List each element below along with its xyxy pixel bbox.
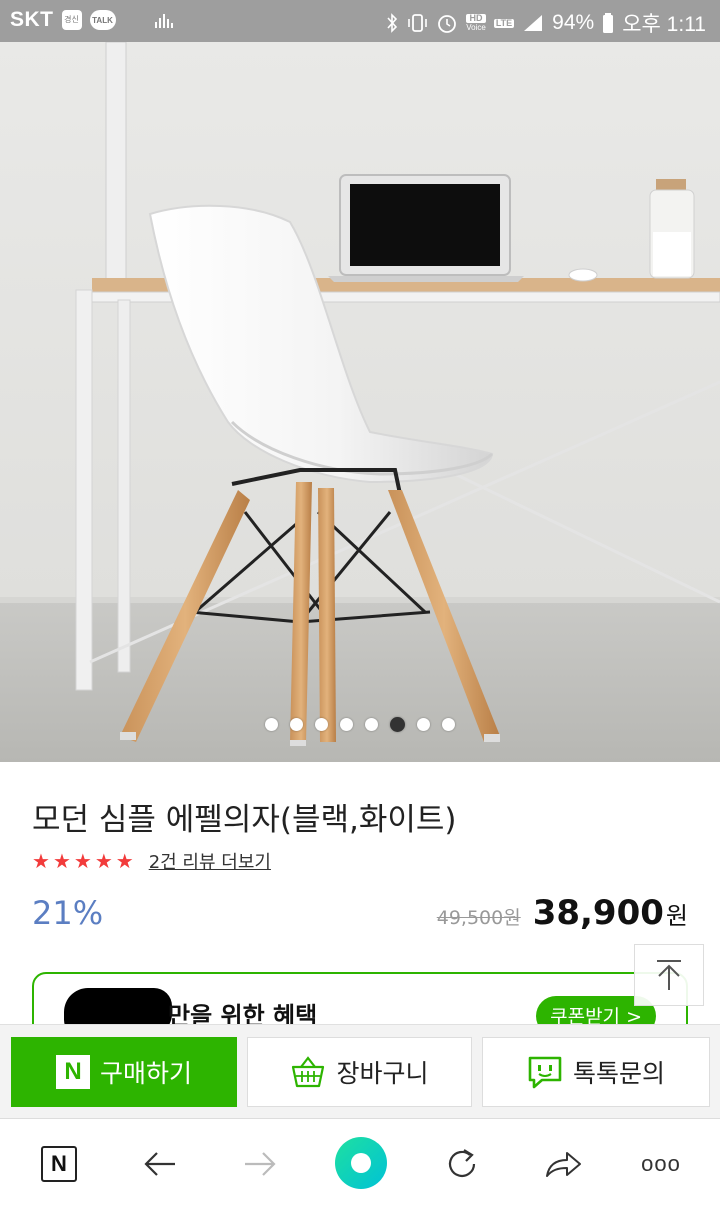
star-icon: ★ <box>32 848 50 873</box>
basket-icon <box>292 1056 325 1088</box>
back-button[interactable] <box>135 1139 185 1189</box>
gallery-dot[interactable] <box>417 718 430 731</box>
notification-badge-icon: 경신 <box>61 10 82 30</box>
arrow-up-icon <box>657 960 681 990</box>
product-title: 모던 심플 에펠의자(블랙,화이트) <box>32 802 457 838</box>
battery-percent: 94% <box>552 11 595 34</box>
review-link[interactable]: 2건 리뷰 더보기 <box>149 848 271 874</box>
bluetooth-icon <box>387 13 398 33</box>
currency-label: 원 <box>665 902 688 930</box>
lte-icon: LTE <box>493 17 515 28</box>
more-button[interactable]: ooo <box>636 1139 686 1189</box>
share-button[interactable] <box>538 1139 588 1189</box>
star-icon: ★ <box>73 848 92 873</box>
discount-rate: 21% <box>32 894 104 932</box>
status-bar: SKT 경신 TALK HD Voice LTE 94% 오후 1:11 <box>0 0 720 42</box>
share-icon <box>546 1152 581 1177</box>
refresh-icon <box>448 1149 476 1177</box>
hd-voice-icon: HD Voice <box>466 13 486 32</box>
gallery-dot[interactable] <box>265 718 278 731</box>
talktalk-chat-icon <box>528 1056 562 1089</box>
gallery-dot[interactable] <box>390 717 405 732</box>
star-icon: ★ <box>115 848 134 873</box>
cart-button-label: 장바구니 <box>336 1059 429 1088</box>
sale-price: 38,900 <box>532 893 664 933</box>
arrow-left-icon <box>144 1152 175 1176</box>
signal-icon <box>524 15 543 31</box>
rating-row: ★ ★ ★ ★ ★ 2건 리뷰 더보기 <box>32 848 271 874</box>
clock: 오후 1:11 <box>622 13 706 36</box>
gallery-dot[interactable] <box>340 718 353 731</box>
product-image-gallery[interactable] <box>0 42 720 762</box>
more-dots-icon: ooo <box>641 1151 681 1176</box>
scroll-to-top-button[interactable] <box>634 944 704 1006</box>
green-dot-icon <box>335 1137 387 1189</box>
original-price: 49,500원 <box>436 907 521 929</box>
buy-button[interactable]: N 구매하기 <box>11 1037 237 1107</box>
refresh-button[interactable] <box>437 1139 487 1189</box>
gallery-pagination[interactable] <box>0 717 720 732</box>
naver-logo-icon: N <box>41 1146 77 1182</box>
star-icon: ★ <box>52 848 71 873</box>
naver-home-button[interactable]: N <box>34 1139 84 1189</box>
star-rating: ★ ★ ★ ★ ★ <box>32 851 137 872</box>
battery-icon <box>603 13 614 33</box>
purchase-action-bar: N 구매하기 장바구니 톡톡문의 <box>0 1024 720 1119</box>
green-dot-button[interactable] <box>333 1135 389 1191</box>
gallery-dot[interactable] <box>290 718 303 731</box>
talktalk-button[interactable]: 톡톡문의 <box>482 1037 710 1107</box>
arrow-right-icon <box>245 1152 276 1176</box>
star-icon: ★ <box>94 848 113 873</box>
carrier-label: SKT <box>10 8 54 31</box>
forward-button[interactable] <box>235 1139 285 1189</box>
kakaotalk-icon: TALK <box>89 10 116 30</box>
talktalk-button-label: 톡톡문의 <box>572 1059 665 1088</box>
alarm-icon <box>438 15 457 33</box>
gallery-dot[interactable] <box>442 718 455 731</box>
vibrate-icon <box>408 14 428 32</box>
price-row: 49,500원 38,900 원 <box>437 893 688 933</box>
product-photo <box>0 42 720 762</box>
buy-button-label: 구매하기 <box>99 1059 192 1088</box>
cart-button[interactable]: 장바구니 <box>247 1037 472 1107</box>
browser-toolbar: N ooo <box>0 1118 720 1207</box>
audio-level-icon <box>155 14 173 28</box>
gallery-dot[interactable] <box>315 718 328 731</box>
gallery-dot[interactable] <box>365 718 378 731</box>
naver-pay-icon: N <box>55 1055 90 1089</box>
